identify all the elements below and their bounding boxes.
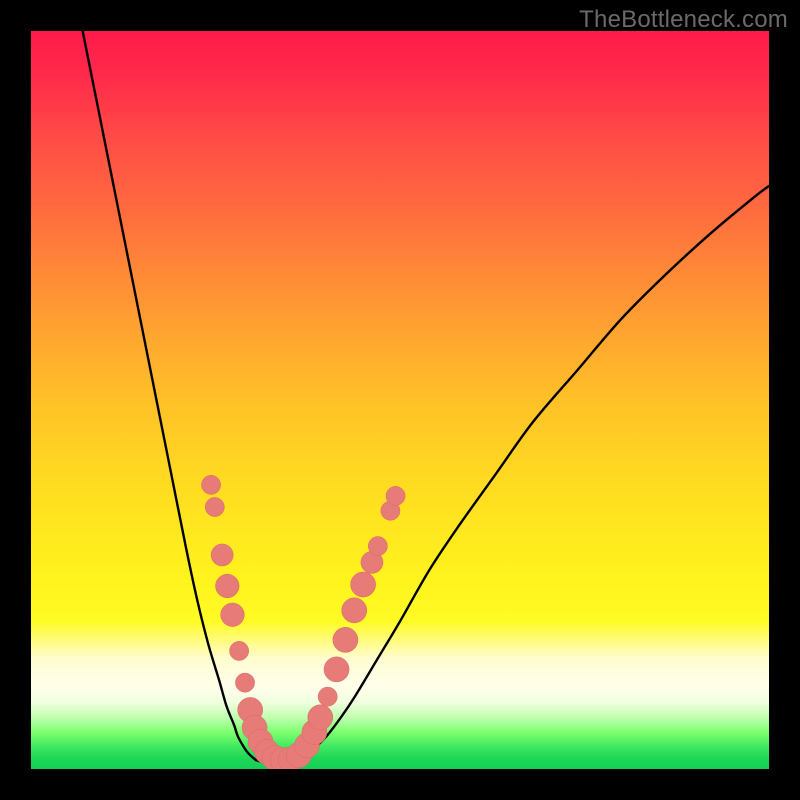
marker-dot [235,673,254,692]
marker-dot [368,537,387,556]
marker-dot [342,598,367,623]
marker-dot [351,572,376,597]
chart-svg [31,31,769,769]
marker-dot [221,603,245,627]
curve-path [83,31,769,763]
watermark-text: TheBottleneck.com [579,6,788,34]
bottleneck-curve [83,31,769,763]
marker-dot [211,544,233,566]
data-markers [201,475,405,769]
marker-dot [216,574,240,598]
marker-dot [230,641,249,660]
marker-dot [318,687,337,706]
marker-dot [205,497,224,516]
marker-dot [201,475,220,494]
marker-dot [386,486,405,505]
marker-dot [308,705,333,730]
marker-dot [324,657,349,682]
chart-plot-area [31,31,769,769]
marker-dot [333,627,358,652]
